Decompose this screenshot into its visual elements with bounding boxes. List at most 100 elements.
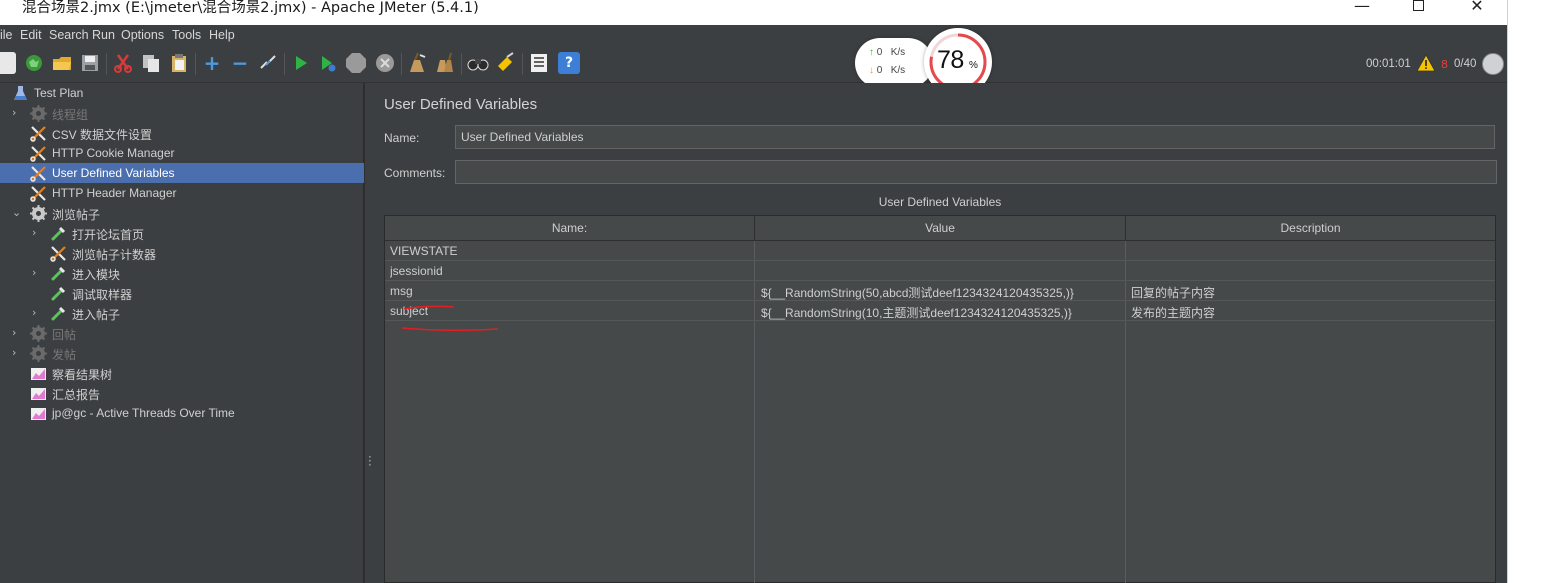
tree-node[interactable]: 察看结果树 bbox=[0, 363, 364, 383]
comments-field[interactable] bbox=[455, 160, 1497, 184]
pipette-icon bbox=[51, 226, 66, 241]
cell-name[interactable]: msg bbox=[390, 284, 750, 298]
menu-options[interactable]: Options bbox=[121, 28, 164, 42]
expand-chevron-icon[interactable]: › bbox=[32, 226, 42, 239]
tree-node[interactable]: CSV 数据文件设置 bbox=[0, 123, 364, 143]
expand-chevron-icon[interactable]: › bbox=[12, 106, 22, 119]
toolbar-separator bbox=[522, 53, 523, 75]
active-threads-count: 0/40 bbox=[1454, 58, 1477, 70]
cell-description[interactable]: 回复的帖子内容 bbox=[1131, 284, 1491, 301]
menu-help[interactable]: Help bbox=[209, 28, 235, 42]
gear-icon bbox=[30, 105, 47, 122]
tree-node[interactable]: HTTP Cookie Manager bbox=[0, 143, 364, 163]
cut-icon[interactable] bbox=[112, 52, 134, 74]
clear-icon[interactable] bbox=[406, 52, 428, 74]
function-helper-icon[interactable] bbox=[528, 52, 550, 74]
tree-node[interactable]: ⌄ 浏览帖子 bbox=[0, 203, 364, 223]
help-icon[interactable]: ? bbox=[558, 52, 580, 74]
tree-node-label: 察看结果树 bbox=[52, 368, 113, 382]
tree-node[interactable]: › 进入帖子 bbox=[0, 303, 364, 323]
graph-icon bbox=[31, 408, 46, 420]
splitter[interactable] bbox=[364, 83, 374, 583]
start-no-pauses-icon[interactable] bbox=[317, 52, 339, 74]
cell-name[interactable]: VIEWSTATE bbox=[390, 244, 750, 258]
column-header-description[interactable]: Description bbox=[1126, 216, 1495, 241]
table-caption: User Defined Variables bbox=[878, 195, 1002, 209]
table-row[interactable]: jsessionid bbox=[385, 261, 1495, 281]
tree-node[interactable]: User Defined Variables bbox=[0, 163, 364, 183]
menu-file[interactable]: ile bbox=[0, 28, 13, 42]
wrench-scissors-icon bbox=[30, 126, 46, 142]
menu-search[interactable]: Search bbox=[49, 28, 89, 42]
expand-chevron-icon[interactable]: › bbox=[12, 346, 22, 359]
tree-node[interactable]: 汇总报告 bbox=[0, 383, 364, 403]
remote-engines-icon[interactable] bbox=[1482, 53, 1504, 75]
expand-chevron-icon[interactable]: › bbox=[12, 326, 22, 339]
red-underline-annotation bbox=[401, 305, 499, 332]
shutdown-icon[interactable] bbox=[374, 52, 396, 74]
toolbar: + − ? 00:01:01 8 0/40 bbox=[0, 45, 1507, 83]
templates-icon[interactable] bbox=[23, 52, 45, 74]
arrow-up-icon: ↑ bbox=[869, 47, 874, 58]
close-button[interactable]: ✕ bbox=[1462, 0, 1492, 19]
menu-tools[interactable]: Tools bbox=[172, 28, 201, 42]
table-row[interactable]: VIEWSTATE bbox=[385, 241, 1495, 261]
tree-node-label: 浏览帖子计数器 bbox=[72, 248, 157, 262]
copy-icon[interactable] bbox=[140, 52, 162, 74]
new-icon[interactable] bbox=[0, 52, 16, 74]
search-icon[interactable] bbox=[467, 52, 489, 74]
tree-node[interactable]: › 打开论坛首页 bbox=[0, 223, 364, 243]
jmeter-window: 混合场景2.jmx (E:\jmeter\混合场景2.jmx) - Apache… bbox=[0, 0, 1507, 583]
tree-node[interactable]: 浏览帖子计数器 bbox=[0, 243, 364, 263]
tree-node[interactable]: 调试取样器 bbox=[0, 283, 364, 303]
cell-value[interactable]: ${__RandomString(10,主题测试deef123432412043… bbox=[761, 304, 1121, 321]
collapse-chevron-icon[interactable]: ⌄ bbox=[12, 206, 22, 219]
expand-chevron-icon[interactable]: › bbox=[32, 306, 42, 319]
open-icon[interactable] bbox=[51, 52, 73, 74]
table-row[interactable]: subject ${__RandomString(10,主题测试deef12343… bbox=[385, 301, 1495, 321]
comments-label: Comments: bbox=[384, 166, 446, 180]
tree-node[interactable]: › 进入模块 bbox=[0, 263, 364, 283]
variables-table: Name: Value Description VIEWSTATE jsessio… bbox=[384, 215, 1496, 583]
warning-icon[interactable] bbox=[1416, 54, 1436, 72]
menu-edit[interactable]: Edit bbox=[20, 28, 42, 42]
collapse-icon[interactable]: − bbox=[229, 51, 251, 75]
name-field[interactable]: User Defined Variables bbox=[455, 125, 1495, 149]
reset-search-icon[interactable] bbox=[495, 52, 517, 74]
paste-icon[interactable] bbox=[168, 52, 190, 74]
cell-name[interactable]: jsessionid bbox=[390, 264, 750, 278]
pipette-icon bbox=[51, 306, 66, 321]
tree-node[interactable]: HTTP Header Manager bbox=[0, 183, 364, 203]
expand-icon[interactable]: + bbox=[201, 51, 223, 75]
gear-icon bbox=[30, 205, 47, 222]
menu-bar: ile Edit Search Run Options Tools Help bbox=[0, 25, 1507, 45]
gear-icon bbox=[30, 325, 47, 342]
tree-node[interactable]: › 发帖 bbox=[0, 343, 364, 363]
tree-node[interactable]: › 线程组 bbox=[0, 103, 364, 123]
download-speed: ↓ 0 K/s bbox=[869, 65, 906, 76]
column-header-value[interactable]: Value bbox=[755, 216, 1126, 241]
menu-run[interactable]: Run bbox=[92, 28, 115, 42]
upload-speed: ↑ 0 K/s bbox=[869, 47, 906, 58]
tree-node-label: 线程组 bbox=[52, 108, 89, 122]
table-row[interactable]: msg ${__RandomString(50,abcd测试deef1234324… bbox=[385, 281, 1495, 301]
tree-node-label: User Defined Variables bbox=[52, 166, 175, 180]
toolbar-separator bbox=[401, 53, 402, 75]
save-icon[interactable] bbox=[79, 52, 101, 74]
cell-value[interactable]: ${__RandomString(50,abcd测试deef1234324120… bbox=[761, 284, 1121, 301]
cell-description[interactable]: 发布的主题内容 bbox=[1131, 304, 1491, 321]
tree-node[interactable]: Test Plan bbox=[0, 83, 364, 103]
start-icon[interactable] bbox=[290, 52, 312, 74]
column-header-name[interactable]: Name: bbox=[385, 216, 755, 241]
toggle-icon[interactable] bbox=[257, 52, 279, 74]
element-editor-panel: User Defined Variables Name: User Define… bbox=[375, 83, 1507, 583]
maximize-button[interactable] bbox=[1403, 0, 1433, 19]
minimize-button[interactable]: — bbox=[1347, 0, 1377, 19]
splitter-grip-icon[interactable]: · · · bbox=[368, 451, 372, 471]
clear-all-icon[interactable] bbox=[434, 52, 456, 74]
expand-chevron-icon[interactable]: › bbox=[32, 266, 42, 279]
tree-node[interactable]: › 回帖 bbox=[0, 323, 364, 343]
stop-icon[interactable] bbox=[345, 52, 367, 74]
elapsed-time: 00:01:01 bbox=[1366, 58, 1411, 70]
tree-node[interactable]: jp@gc - Active Threads Over Time bbox=[0, 403, 364, 423]
